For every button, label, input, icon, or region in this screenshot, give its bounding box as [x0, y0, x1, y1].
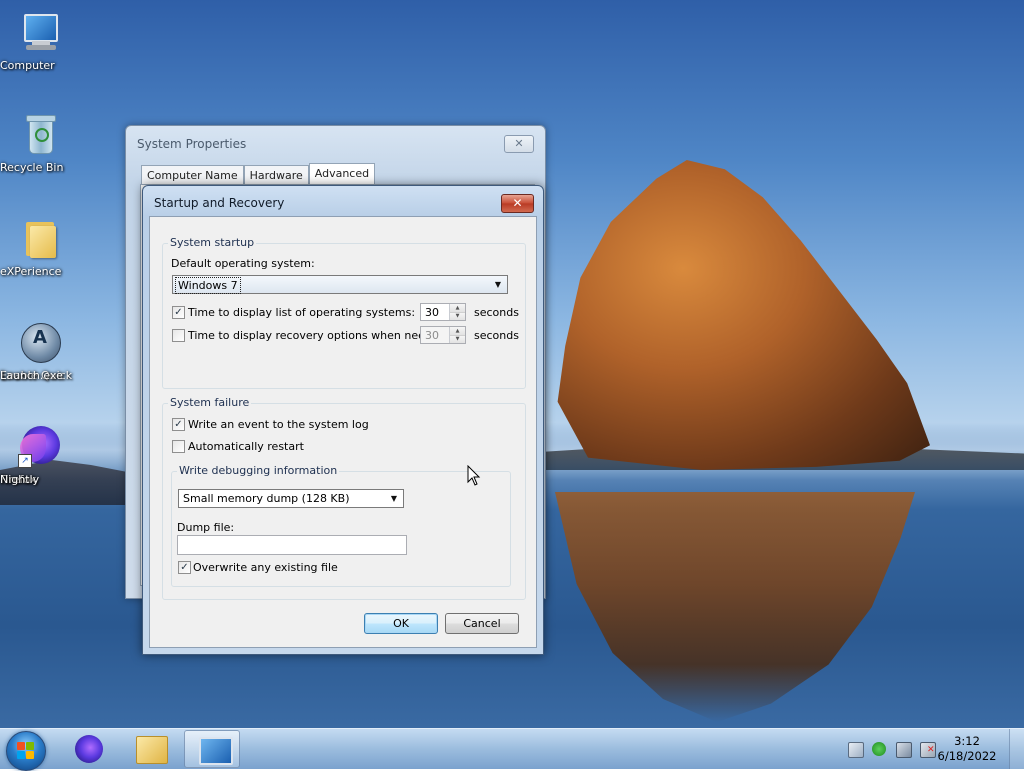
- clock[interactable]: 3:12 6/18/2022: [932, 734, 1002, 764]
- desktop-icon-label: Recycle Bin: [0, 161, 64, 174]
- dialog-client-area: System startup Default operating system:…: [149, 216, 537, 648]
- time-recovery-checkbox[interactable]: [172, 329, 185, 342]
- firefox-nightly-icon: [75, 735, 103, 763]
- spin-down-icon[interactable]: ▼: [450, 312, 465, 320]
- desktop-icon-enable-quick-launch[interactable]: A Enable Quick Launch.exe: [0, 320, 80, 382]
- time-list-seconds-label: seconds: [474, 306, 519, 319]
- close-icon: ✕: [512, 196, 523, 210]
- group-title: System failure: [168, 396, 252, 409]
- time-list-checkbox[interactable]: ✓: [172, 306, 185, 319]
- time-recovery-value: 30: [425, 329, 439, 342]
- system-properties-icon: [199, 737, 233, 765]
- time-list-label: Time to display list of operating system…: [188, 306, 416, 319]
- desktop-icon-recycle-bin[interactable]: Recycle Bin: [0, 112, 80, 174]
- overwrite-label: Overwrite any existing file: [193, 561, 338, 574]
- show-desktop-button[interactable]: [1009, 729, 1024, 769]
- group-title: Write debugging information: [177, 464, 340, 477]
- quick-launch-icon: A: [18, 320, 62, 364]
- check-icon: ✓: [174, 307, 183, 318]
- time-list-value: 30: [425, 306, 439, 319]
- tab-hardware[interactable]: Hardware: [243, 165, 309, 185]
- tab-advanced[interactable]: Advanced: [308, 163, 376, 186]
- debug-info-value: Small memory dump (128 KB): [183, 492, 350, 505]
- dialog-close-button[interactable]: ✕: [501, 194, 534, 213]
- taskbar: ✕ 3:12 6/18/2022: [0, 728, 1024, 771]
- auto-restart-checkbox[interactable]: [172, 440, 185, 453]
- spinner-buttons: ▲ ▼: [449, 304, 465, 320]
- desktop-icon-label: Computer: [0, 59, 55, 72]
- taskbar-file-explorer[interactable]: [122, 730, 178, 768]
- default-os-label: Default operating system:: [171, 257, 315, 270]
- spinner-buttons: ▲ ▼: [449, 327, 465, 343]
- spin-down-icon: ▼: [450, 335, 465, 343]
- start-button[interactable]: [6, 731, 46, 771]
- auto-restart-label: Automatically restart: [188, 440, 304, 453]
- folder-icon: [136, 736, 168, 764]
- action-center-icon[interactable]: [848, 742, 864, 758]
- default-os-value: Windows 7: [175, 277, 241, 294]
- desktop-icon-experience[interactable]: eXPerience: [0, 216, 80, 278]
- tab-computer-name[interactable]: Computer Name: [141, 165, 244, 185]
- close-icon: ✕: [514, 137, 524, 150]
- shortcut-arrow-icon: ↗: [18, 454, 32, 468]
- time-recovery-spinner: 30 ▲ ▼: [420, 326, 466, 344]
- mouse-cursor-icon: [467, 465, 481, 486]
- folder-icon: [18, 216, 62, 260]
- dump-file-label: Dump file:: [177, 521, 235, 534]
- system-tray: ✕: [840, 733, 940, 765]
- window-title: System Properties: [137, 137, 247, 151]
- time-recovery-seconds-label: seconds: [474, 329, 519, 342]
- firefox-nightly-icon: ↗: [18, 424, 62, 468]
- desktop-icon-label: Nightly: [0, 473, 40, 486]
- network-icon[interactable]: [896, 742, 912, 758]
- ok-button[interactable]: OK: [364, 613, 438, 634]
- computer-icon: [18, 10, 62, 54]
- close-button[interactable]: ✕: [504, 135, 534, 153]
- rock-reflection: [555, 492, 915, 722]
- dialog-title: Startup and Recovery: [154, 196, 285, 210]
- taskbar-system-properties[interactable]: [184, 730, 240, 768]
- desktop-icon-label: eXPerience: [0, 265, 62, 278]
- cancel-button[interactable]: Cancel: [445, 613, 519, 634]
- desktop-icon-label: Launch.exe: [0, 369, 63, 382]
- desktop-icon-firefox-nightly[interactable]: ↗ Firefox Nightly: [0, 424, 80, 486]
- check-icon: ✓: [180, 562, 189, 573]
- time-list-spinner[interactable]: 30 ▲ ▼: [420, 303, 466, 321]
- dump-file-input[interactable]: [177, 535, 407, 555]
- clock-time: 3:12: [954, 734, 980, 748]
- debug-info-select[interactable]: Small memory dump (128 KB) ▼: [178, 489, 404, 508]
- chevron-down-icon: ▼: [390, 494, 398, 503]
- startup-recovery-dialog: Startup and Recovery ✕ System startup De…: [142, 185, 544, 655]
- taskbar-firefox-nightly[interactable]: [60, 730, 116, 768]
- desktop-icon-computer[interactable]: Computer: [0, 10, 80, 72]
- spin-up-icon: ▲: [450, 327, 465, 335]
- overwrite-checkbox[interactable]: ✓: [178, 561, 191, 574]
- recycle-bin-icon: [18, 112, 62, 156]
- check-icon: ✓: [174, 419, 183, 430]
- tab-strip: Computer Name Hardware Advanced: [141, 163, 376, 186]
- haystack-rock: [557, 160, 930, 470]
- chevron-down-icon: ▼: [494, 280, 502, 289]
- write-event-label: Write an event to the system log: [188, 418, 369, 431]
- write-event-checkbox[interactable]: ✓: [172, 418, 185, 431]
- security-shield-icon[interactable]: [872, 742, 886, 756]
- windows-logo-icon: [17, 742, 35, 760]
- time-recovery-label: Time to display recovery options when ne…: [188, 329, 450, 342]
- default-os-select[interactable]: Windows 7 ▼: [172, 275, 508, 294]
- spin-up-icon[interactable]: ▲: [450, 304, 465, 312]
- group-title: System startup: [168, 236, 257, 249]
- clock-date: 6/18/2022: [937, 749, 997, 763]
